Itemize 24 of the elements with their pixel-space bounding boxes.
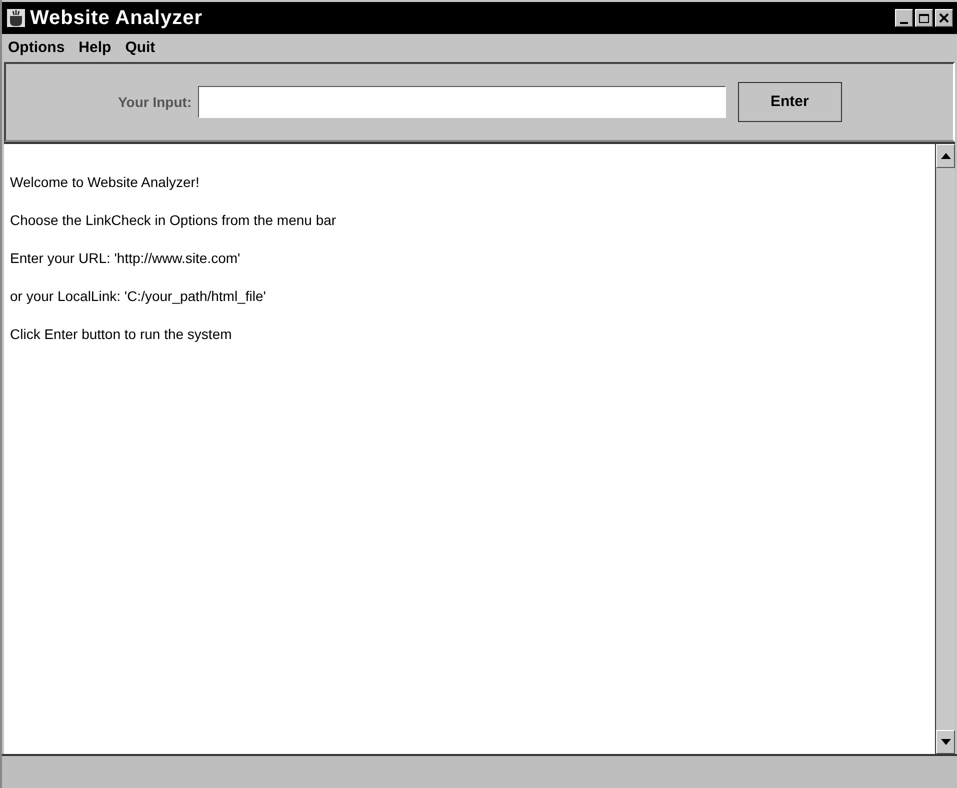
- down-arrow-icon: [940, 739, 950, 745]
- input-field[interactable]: [198, 86, 726, 118]
- close-button[interactable]: [935, 9, 953, 27]
- output-line: Choose the LinkCheck in Options from the menu bar: [10, 212, 338, 228]
- scroll-up-button[interactable]: [936, 144, 955, 168]
- close-icon: [939, 13, 949, 23]
- output-line: Enter your URL: 'http://www.site.com': [10, 250, 242, 266]
- minimize-icon: [900, 22, 908, 24]
- app-icon: [6, 8, 26, 28]
- scroll-down-button[interactable]: [936, 730, 955, 754]
- menu-item[interactable]: Options: [8, 36, 65, 60]
- maximize-icon: [919, 14, 929, 22]
- window-title: Website Analyzer: [30, 6, 203, 31]
- output-line: or your LocalLink: 'C:/your_path/html_file': [10, 288, 267, 304]
- menu-item[interactable]: Quit: [125, 36, 156, 60]
- scrollbar[interactable]: [935, 144, 955, 754]
- output-line: Click Enter button to run the system: [10, 326, 233, 342]
- enter-button[interactable]: Enter: [738, 82, 842, 122]
- output-line: Welcome to Website Analyzer!: [10, 174, 200, 190]
- menu-item[interactable]: Help: [78, 36, 112, 60]
- maximize-button[interactable]: [915, 9, 933, 27]
- input-label: Your Input:: [118, 92, 192, 112]
- up-arrow-icon: [940, 153, 950, 159]
- minimize-button[interactable]: [895, 9, 913, 27]
